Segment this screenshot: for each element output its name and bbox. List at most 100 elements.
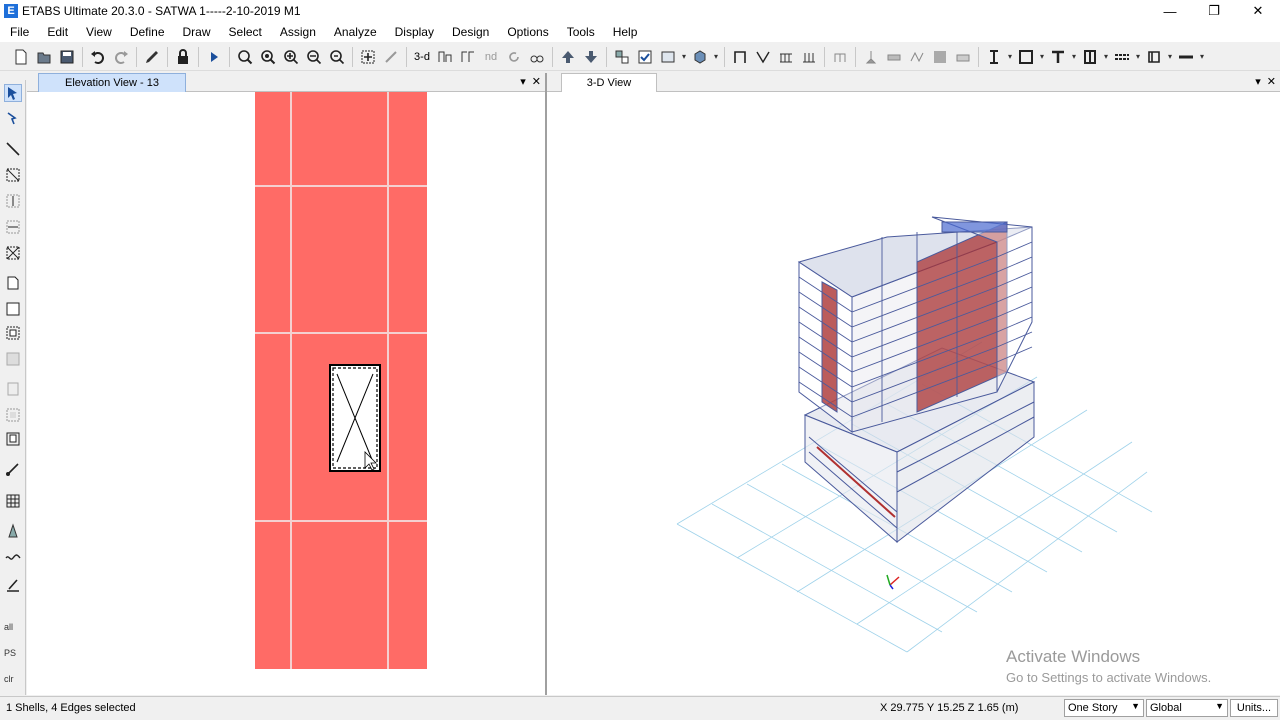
undo-icon[interactable] — [87, 46, 109, 68]
draw-area-icon[interactable] — [4, 274, 22, 292]
panel-menu-icon[interactable]: ▾ — [1255, 75, 1261, 88]
menu-assign[interactable]: Assign — [270, 25, 324, 39]
set-display-icon[interactable] — [634, 46, 656, 68]
clear-selection-label[interactable]: clr — [4, 674, 14, 684]
line-style-icon[interactable] — [1175, 46, 1197, 68]
3d-building-model — [676, 216, 1153, 653]
select-all-label[interactable]: all — [4, 622, 13, 632]
beam-icon[interactable] — [775, 46, 797, 68]
extrude-icon[interactable] — [689, 46, 711, 68]
draw-brace-icon[interactable] — [4, 166, 22, 184]
grid-line-vertical — [387, 92, 389, 669]
draw-beam-icon[interactable] — [4, 218, 22, 236]
perspective-icon[interactable] — [526, 46, 548, 68]
view-plan-icon[interactable] — [434, 46, 456, 68]
dimension-icon[interactable] — [1143, 46, 1165, 68]
zoom-window-icon[interactable] — [234, 46, 256, 68]
rotate-icon[interactable] — [503, 46, 525, 68]
i-section-icon[interactable] — [1079, 46, 1101, 68]
draw-slab-icon[interactable] — [4, 406, 22, 424]
menu-options[interactable]: Options — [497, 25, 556, 39]
select-pointer-icon[interactable] — [4, 84, 22, 102]
menu-design[interactable]: Design — [442, 25, 497, 39]
t-section-icon[interactable] — [1047, 46, 1069, 68]
minimize-button[interactable]: — — [1148, 0, 1192, 22]
close-button[interactable]: ✕ — [1236, 0, 1280, 22]
assign-icon[interactable] — [657, 46, 679, 68]
chevron-down-icon: ▼ — [1215, 701, 1224, 711]
menu-tools[interactable]: Tools — [557, 25, 603, 39]
link-icon[interactable] — [829, 46, 851, 68]
units-button[interactable]: Units... — [1230, 699, 1278, 717]
menu-display[interactable]: Display — [385, 25, 442, 39]
previous-selection-label[interactable]: PS — [4, 648, 16, 658]
reshape-icon[interactable] — [4, 110, 22, 128]
view-3d-icon[interactable]: 3-d — [411, 46, 433, 68]
section-i-icon[interactable] — [983, 46, 1005, 68]
tab-3d-view[interactable]: 3-D View — [561, 73, 657, 92]
menu-select[interactable]: Select — [219, 25, 270, 39]
lock-icon[interactable] — [172, 46, 194, 68]
slab-icon[interactable] — [906, 46, 928, 68]
tab-elevation-view[interactable]: Elevation View - 13 — [38, 73, 186, 92]
menu-edit[interactable]: Edit — [37, 25, 76, 39]
new-model-icon[interactable] — [10, 46, 32, 68]
3d-canvas[interactable] — [547, 92, 1280, 695]
restore-button[interactable]: ❐ — [1192, 0, 1236, 22]
panel-close-icon[interactable]: ✕ — [1267, 75, 1276, 88]
pointer-icon[interactable] — [380, 46, 402, 68]
view-nd-label: nd — [484, 50, 498, 63]
selected-opening[interactable] — [329, 364, 381, 472]
draw-wall-icon[interactable] — [4, 350, 22, 368]
box-icon[interactable] — [1015, 46, 1037, 68]
menu-define[interactable]: Define — [120, 25, 173, 39]
zoom-in-icon[interactable] — [280, 46, 302, 68]
menu-view[interactable]: View — [76, 25, 120, 39]
zoom-minus-icon[interactable] — [326, 46, 348, 68]
save-icon[interactable] — [56, 46, 78, 68]
rebar-icon[interactable] — [1111, 46, 1133, 68]
redo-icon[interactable] — [110, 46, 132, 68]
draw-wave-icon[interactable] — [4, 548, 22, 566]
left-toolbar: all PS clr — [0, 80, 26, 695]
menu-bar: File Edit View Define Draw Select Assign… — [0, 22, 1280, 42]
menu-help[interactable]: Help — [603, 25, 646, 39]
run-analysis-icon[interactable] — [203, 46, 225, 68]
draw-link-icon[interactable] — [4, 460, 22, 478]
draw-cross-brace-icon[interactable] — [4, 244, 22, 262]
menu-analyze[interactable]: Analyze — [324, 25, 385, 39]
menu-draw[interactable]: Draw — [173, 25, 219, 39]
draw-column-icon[interactable] — [4, 192, 22, 210]
opening-icon[interactable] — [929, 46, 951, 68]
coordinate-system-select[interactable]: Global ▼ — [1146, 699, 1228, 717]
wall-icon[interactable] — [883, 46, 905, 68]
support-icon[interactable] — [860, 46, 882, 68]
object-shrink-icon[interactable] — [611, 46, 633, 68]
pan-icon[interactable] — [357, 46, 379, 68]
column-icon[interactable] — [798, 46, 820, 68]
story-select[interactable]: One Story ▼ — [1064, 699, 1144, 717]
draw-rect-area-icon[interactable] — [4, 300, 22, 318]
zoom-fit-icon[interactable] — [257, 46, 279, 68]
frame-icon[interactable] — [729, 46, 751, 68]
open-icon[interactable] — [33, 46, 55, 68]
zoom-out-icon[interactable] — [303, 46, 325, 68]
draw-opening-icon[interactable] — [4, 380, 22, 398]
deck-icon[interactable] — [952, 46, 974, 68]
panel-menu-icon[interactable]: ▾ — [520, 75, 526, 88]
draw-deck-icon[interactable] — [4, 430, 22, 448]
brace-icon[interactable] — [752, 46, 774, 68]
draw-line-icon[interactable] — [4, 140, 22, 158]
draw-tendon-icon[interactable] — [4, 522, 22, 540]
elevation-canvas[interactable] — [27, 92, 545, 695]
move-up-icon[interactable] — [557, 46, 579, 68]
draw-quick-area-icon[interactable] — [4, 324, 22, 342]
draw-dimension-icon[interactable] — [4, 576, 22, 594]
pen-icon[interactable] — [141, 46, 163, 68]
view-elevation-icon[interactable] — [457, 46, 479, 68]
panel-close-icon[interactable]: ✕ — [532, 75, 541, 88]
move-down-icon[interactable] — [580, 46, 602, 68]
draw-grid-icon[interactable] — [4, 492, 22, 510]
menu-file[interactable]: File — [0, 25, 37, 39]
view-nd-icon[interactable]: nd — [480, 46, 502, 68]
